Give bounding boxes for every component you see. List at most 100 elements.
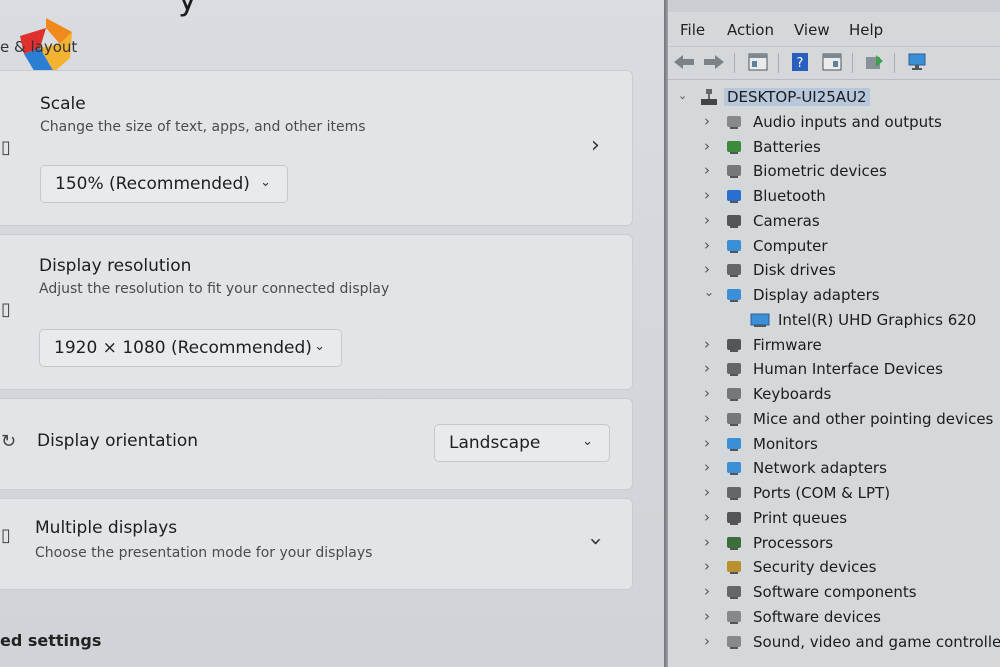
tree-category-label: Cameras xyxy=(753,211,820,230)
tree-category[interactable]: › Disk drives xyxy=(668,259,998,283)
chevron-right-icon[interactable]: › xyxy=(704,632,710,650)
tree-category[interactable]: › Firmware xyxy=(668,334,998,358)
tree-category[interactable]: › Cameras xyxy=(668,210,998,234)
menu-file[interactable]: File xyxy=(680,21,705,39)
tree-category[interactable]: › Biometric devices xyxy=(668,160,998,184)
tree-category-label: Audio inputs and outputs xyxy=(753,112,942,131)
chevron-down-icon: ⌄ xyxy=(582,434,593,449)
tree-category-label: Disk drives xyxy=(753,261,836,280)
monitor-icon xyxy=(725,237,743,255)
chevron-right-icon[interactable]: › xyxy=(704,236,710,254)
fingerprint-icon xyxy=(725,162,743,180)
tree-category[interactable]: › Security devices xyxy=(668,556,998,580)
chevron-right-icon[interactable]: › xyxy=(704,458,710,476)
chevron-right-icon[interactable]: › xyxy=(704,161,710,179)
chevron-down-icon[interactable]: ⌄ xyxy=(704,285,714,299)
chevron-right-icon[interactable]: › xyxy=(704,335,710,353)
scale-description: Change the size of text, apps, and other… xyxy=(40,119,366,135)
tree-category[interactable]: › Bluetooth xyxy=(668,185,998,209)
chevron-down-icon[interactable]: ⌄ xyxy=(678,89,687,102)
menu-view[interactable]: View xyxy=(794,21,830,39)
help-icon[interactable]: ? xyxy=(788,51,812,73)
tree-category[interactable]: › Software devices xyxy=(668,606,998,630)
chevron-down-icon: ⌄ xyxy=(314,339,325,354)
chevron-right-icon[interactable]: › xyxy=(704,607,710,625)
tree-category-label: Keyboards xyxy=(753,385,832,403)
chevron-right-icon[interactable]: › xyxy=(704,260,710,278)
tree-category[interactable]: › Audio inputs and outputs xyxy=(668,111,998,135)
tree-device[interactable]: Intel(R) UHD Graphics 620 xyxy=(668,309,998,333)
chevron-right-icon[interactable]: › xyxy=(704,483,710,501)
computer-tree-icon xyxy=(700,88,718,106)
view-pane-icon[interactable] xyxy=(820,51,844,73)
resolution-description: Adjust the resolution to fit your connec… xyxy=(39,281,390,297)
breadcrumb: e & layout xyxy=(0,38,78,56)
tree-category[interactable]: › Keyboards xyxy=(668,383,998,407)
tree-category-label: Biometric devices xyxy=(753,162,887,181)
tree-category[interactable]: › Monitors xyxy=(668,433,998,457)
tree-category-label: Software components xyxy=(753,583,917,601)
chevron-right-icon[interactable]: › xyxy=(704,434,710,452)
tree-category[interactable]: › Mice and other pointing devices xyxy=(668,408,998,432)
menu-action[interactable]: Action xyxy=(727,21,774,39)
tree-category[interactable]: › Processors xyxy=(668,532,998,556)
keyboard-icon xyxy=(725,385,743,403)
page-title: y xyxy=(178,0,197,18)
chevron-right-icon[interactable]: › xyxy=(704,359,710,377)
tree-device-label: Intel(R) UHD Graphics 620 xyxy=(778,310,977,329)
tree-category-label: Security devices xyxy=(753,558,877,577)
properties-sheet-icon[interactable] xyxy=(746,51,770,73)
security-icon xyxy=(725,558,743,576)
tree-category-label: Print queues xyxy=(753,508,848,527)
tree-category-label: Ports (COM & LPT) xyxy=(753,484,891,502)
tree-category[interactable]: › Software components xyxy=(668,581,998,605)
tree-category[interactable]: › Sound, video and game controllers xyxy=(668,631,1000,655)
network-icon xyxy=(725,459,743,477)
chevron-right-icon[interactable]: › xyxy=(704,186,710,204)
chevron-right-icon[interactable]: › xyxy=(704,137,710,155)
scale-dropdown[interactable]: 150% (Recommended) ⌄ xyxy=(40,165,288,203)
chevron-right-icon[interactable]: › xyxy=(704,211,710,229)
tree-category[interactable]: › Human Interface Devices xyxy=(668,358,998,382)
update-driver-icon[interactable] xyxy=(862,51,886,73)
tree-category[interactable]: ⌄ Display adapters xyxy=(668,284,998,308)
chevron-down-icon[interactable]: › xyxy=(583,537,608,546)
rotate-icon: ↻ xyxy=(1,431,17,452)
tree-category[interactable]: › Network adapters xyxy=(668,457,998,481)
component-icon xyxy=(725,583,743,601)
chevron-right-icon[interactable]: › xyxy=(704,112,710,130)
back-arrow-icon[interactable] xyxy=(672,51,696,73)
chevron-right-icon[interactable]: › xyxy=(704,557,710,575)
tree-category-label: Firmware xyxy=(753,335,822,354)
tree-category[interactable]: › Ports (COM & LPT) xyxy=(668,482,998,506)
chevron-right-icon[interactable]: › xyxy=(704,533,710,551)
scan-hardware-icon[interactable] xyxy=(906,51,930,73)
disk-icon xyxy=(725,261,743,279)
hid-icon xyxy=(725,360,743,378)
tree-root[interactable]: ⌄ DESKTOP-UI25AU2 xyxy=(668,86,998,110)
tree-category[interactable]: › Computer xyxy=(668,235,998,259)
tree-category[interactable]: › Print queues xyxy=(668,507,998,531)
orientation-dropdown[interactable]: Landscape ⌄ xyxy=(434,424,610,462)
menu-help[interactable]: Help xyxy=(849,21,883,39)
scale-card[interactable]: ▯ Scale Change the size of text, apps, a… xyxy=(0,70,633,226)
forward-arrow-icon[interactable] xyxy=(702,51,726,73)
chevron-right-icon[interactable]: › xyxy=(704,384,710,402)
speaker-icon xyxy=(725,113,743,131)
chevron-right-icon[interactable]: › xyxy=(591,133,600,158)
bluetooth-icon xyxy=(725,187,743,205)
display-adapter-icon xyxy=(750,311,770,329)
orientation-heading: Display orientation xyxy=(37,431,199,451)
monitor-icon xyxy=(725,435,743,453)
resolution-card: ▯ Display resolution Adjust the resoluti… xyxy=(0,234,633,390)
chevron-right-icon[interactable]: › xyxy=(704,582,710,600)
multiple-displays-card[interactable]: ▯ Multiple displays Choose the presentat… xyxy=(0,498,633,590)
display-adapter-icon xyxy=(725,286,743,304)
resolution-dropdown[interactable]: 1920 × 1080 (Recommended) ⌄ xyxy=(39,329,342,367)
chevron-right-icon[interactable]: › xyxy=(704,409,710,427)
tree-category[interactable]: › Batteries xyxy=(668,136,998,160)
orientation-value: Landscape xyxy=(449,433,541,453)
tree-category-label: Human Interface Devices xyxy=(753,360,943,379)
toolbar: ? xyxy=(668,46,1000,80)
chevron-right-icon[interactable]: › xyxy=(704,508,710,526)
